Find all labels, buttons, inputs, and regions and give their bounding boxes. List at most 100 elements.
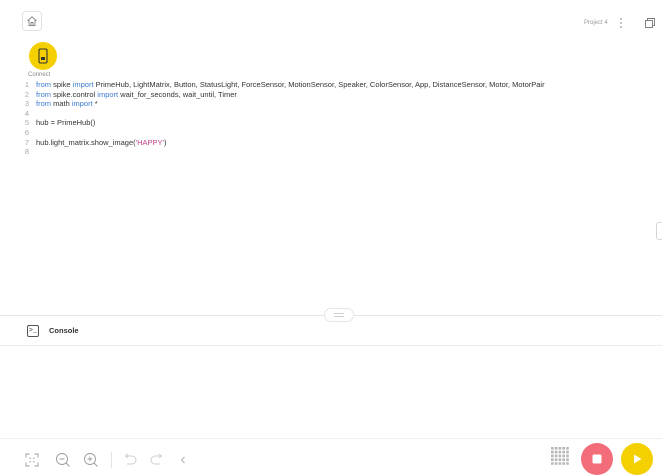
handle-line <box>334 313 344 314</box>
code-keyword: import <box>72 80 94 89</box>
collapse-toolbar-button[interactable] <box>175 452 191 468</box>
connect-label: Connect <box>28 72 51 78</box>
code-keyword: import <box>97 89 119 99</box>
code-keyword: from <box>36 99 51 109</box>
stop-icon <box>592 454 602 464</box>
grid-cell <box>558 458 562 461</box>
code-line[interactable]: 7 hub.light_matrix.show_image('HAPPY') <box>20 138 660 148</box>
line-number: 5 <box>24 118 29 128</box>
undo-button[interactable] <box>122 452 138 468</box>
grid-cell <box>566 454 569 458</box>
toolbar-separator <box>111 452 112 468</box>
code-token: wait_for_seconds, wait_until, Timer <box>118 89 237 99</box>
fit-screen-button[interactable] <box>24 452 40 468</box>
console-label: Console <box>49 326 79 335</box>
line-number: 8 <box>24 147 29 157</box>
grid-cell <box>566 450 569 454</box>
code-text: from math import * <box>36 99 98 109</box>
code-editor[interactable]: 1 from spike import PrimeHub, LightMatrix… <box>20 80 660 180</box>
code-keyword: import <box>71 99 93 109</box>
code-line[interactable]: 5 hub = PrimeHub() <box>20 118 660 128</box>
grid-cell <box>562 462 565 465</box>
code-keyword: from <box>36 89 51 99</box>
code-token: math <box>51 99 72 109</box>
grid-cell <box>562 450 565 454</box>
undo-icon <box>124 453 137 465</box>
project-name[interactable]: Project 4 <box>584 20 608 26</box>
redo-button[interactable] <box>149 452 165 468</box>
grid-cell <box>554 454 558 458</box>
grid-cell <box>554 450 558 454</box>
grid-cell <box>562 458 565 461</box>
code-token: spike <box>51 80 73 89</box>
stop-button[interactable] <box>581 443 613 475</box>
zoom-out-icon <box>56 453 70 467</box>
window-restore-button[interactable] <box>643 16 657 30</box>
line-number: 7 <box>24 137 29 147</box>
code-text: hub.light_matrix.show_image('HAPPY') <box>36 138 166 148</box>
light-matrix-button[interactable] <box>549 445 571 467</box>
grid-cell <box>566 458 569 461</box>
hub-device-icon <box>38 48 48 64</box>
code-line[interactable]: 3 from math import * <box>20 99 660 109</box>
code-string: 'HAPPY' <box>135 137 164 147</box>
grid-cell <box>558 462 562 465</box>
chevron-left-icon <box>180 456 185 464</box>
grid-cell <box>554 462 558 465</box>
grid-cell <box>566 462 569 465</box>
grid-cell <box>551 458 554 461</box>
redo-icon <box>150 453 163 465</box>
code-line[interactable]: 8 <box>20 147 660 157</box>
grid-cell <box>566 447 569 450</box>
grid-cell <box>558 450 562 454</box>
code-token: hub = PrimeHub() <box>36 118 96 128</box>
line-number: 4 <box>24 108 29 118</box>
code-keyword: from <box>36 80 51 89</box>
terminal-icon: >_ <box>27 325 39 337</box>
code-token: * <box>92 99 98 109</box>
code-line[interactable]: 6 <box>20 128 660 138</box>
window-restore-icon <box>645 18 655 28</box>
code-line[interactable]: 2 from spike.control import wait_for_seco… <box>20 90 660 100</box>
side-panel-tab[interactable] <box>656 222 662 240</box>
bottom-divider <box>0 438 662 439</box>
grid-cell <box>558 447 562 450</box>
vertical-dots-icon <box>620 18 622 28</box>
code-line[interactable]: 1 from spike import PrimeHub, LightMatrix… <box>20 80 660 90</box>
code-token: PrimeHub, LightMatrix, Button, StatusLig… <box>93 80 545 89</box>
home-button[interactable] <box>22 11 42 31</box>
line-number: 6 <box>24 127 29 137</box>
code-line[interactable]: 4 <box>20 109 660 119</box>
grid-cell <box>551 447 554 450</box>
console-header[interactable]: >_ Console <box>0 316 662 346</box>
grid-cell <box>558 454 562 458</box>
grid-cell <box>551 450 554 454</box>
grid-cell <box>562 447 565 450</box>
code-token: hub.light_matrix.show_image( <box>36 137 136 147</box>
home-icon <box>27 16 37 26</box>
code-text: hub = PrimeHub() <box>36 118 95 128</box>
code-text: from spike import PrimeHub, LightMatrix,… <box>36 80 545 90</box>
zoom-in-icon <box>84 453 98 467</box>
grid-cell <box>554 458 558 461</box>
console-output <box>0 347 662 437</box>
zoom-out-button[interactable] <box>55 452 71 468</box>
light-matrix-grid-icon <box>551 447 569 465</box>
line-number: 3 <box>24 99 29 109</box>
grid-cell <box>551 454 554 458</box>
play-icon <box>634 454 642 464</box>
line-number: 1 <box>24 80 29 89</box>
connect-button[interactable] <box>29 42 57 70</box>
code-token: spike.control <box>51 89 98 99</box>
grid-cell <box>551 462 554 465</box>
grid-cell <box>562 454 565 458</box>
grid-cell <box>554 447 558 450</box>
code-token: ) <box>163 137 167 147</box>
fit-screen-icon <box>25 453 39 467</box>
more-options-button[interactable] <box>617 16 625 30</box>
code-text: from spike.control import wait_for_secon… <box>36 90 237 100</box>
play-button[interactable] <box>621 443 653 475</box>
line-number: 2 <box>24 89 29 99</box>
top-bar: Project 4 <box>0 0 662 40</box>
zoom-in-button[interactable] <box>83 452 99 468</box>
